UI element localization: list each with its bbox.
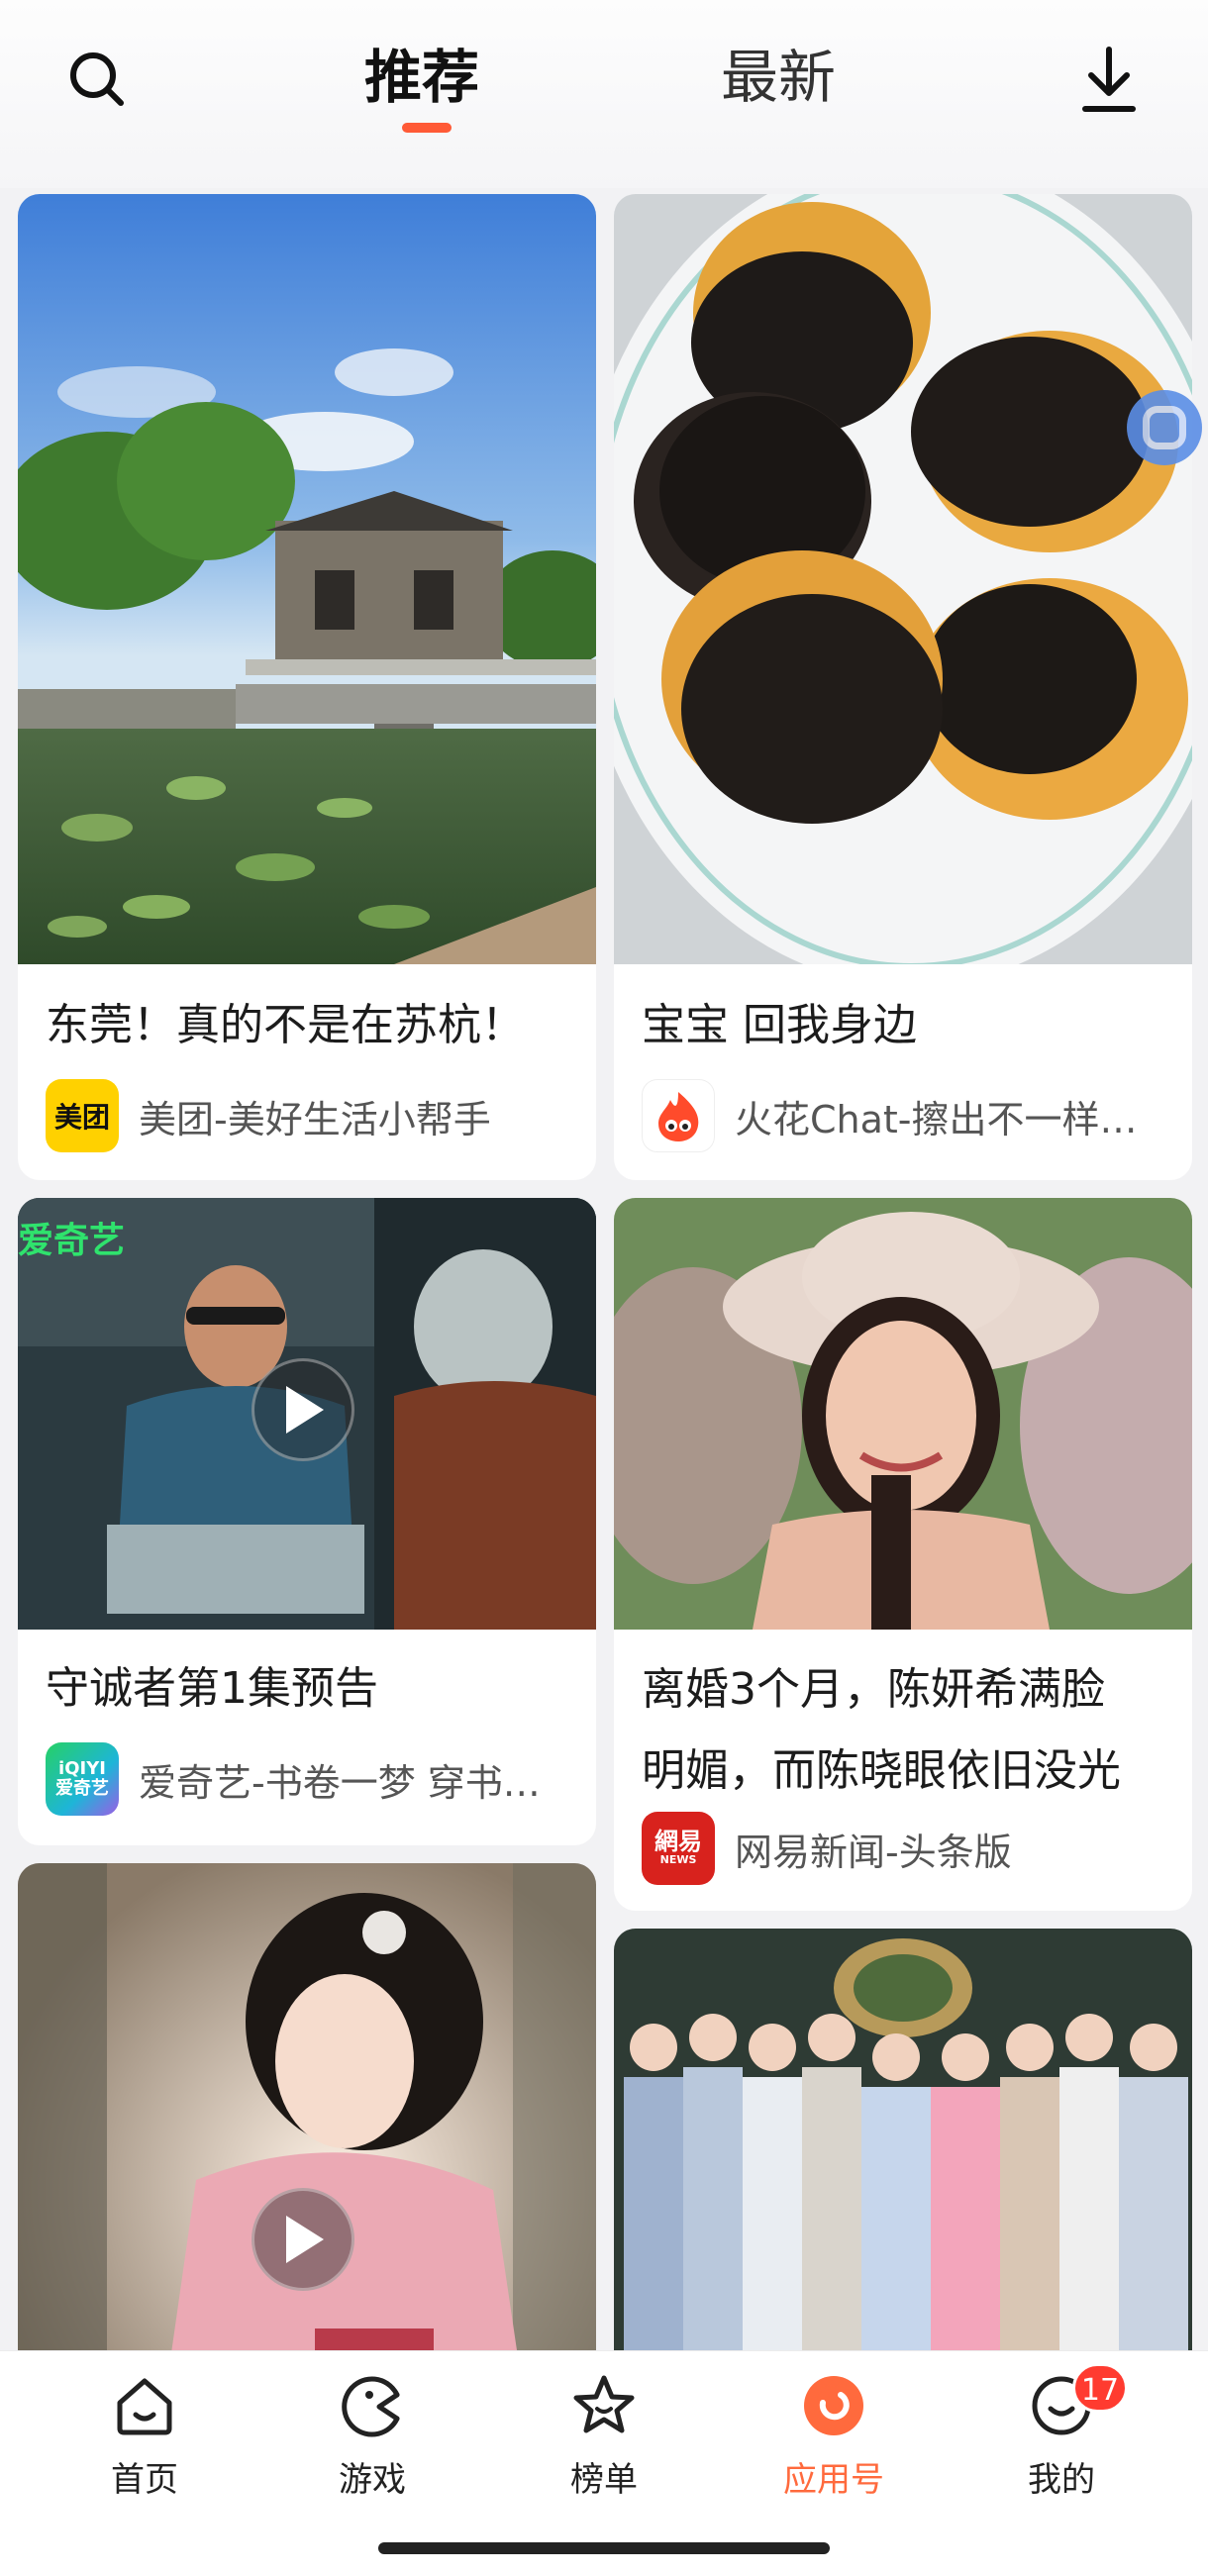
netease-logo-text: 網易 [654, 1828, 702, 1855]
card-source[interactable]: 火花Chat-擦出不一样… [642, 1079, 1138, 1152]
download-icon[interactable] [1069, 40, 1149, 119]
card-thumbnail [614, 1198, 1192, 1630]
app-account-icon [801, 2373, 866, 2438]
iqiyi-watermark: 爱奇艺 [18, 1221, 126, 1261]
card-title: 守诚者第1集预告 [46, 1663, 378, 1714]
notification-badge: 17 [1072, 2363, 1128, 2413]
meituan-logo: 美团 [46, 1079, 119, 1152]
card-thumbnail: 爱奇艺 [18, 1198, 596, 1630]
feed-card[interactable]: 东莞！真的不是在苏杭！ 美团 美团-美好生活小帮手 [18, 194, 596, 1180]
tab-recommended[interactable]: 推荐 [364, 38, 479, 117]
tab-latest[interactable]: 最新 [721, 38, 836, 117]
search-icon[interactable] [57, 40, 137, 119]
card-source[interactable]: 網易 NEWS 网易新闻-头条版 [642, 1812, 1012, 1885]
nav-label: 首页 [111, 2460, 178, 2500]
play-icon[interactable] [252, 2188, 354, 2291]
home-icon [112, 2373, 177, 2438]
nav-home[interactable]: 首页 [65, 2373, 224, 2522]
profile-icon: 17 [1029, 2363, 1128, 2438]
card-title: 宝宝 回我身边 [642, 1000, 917, 1050]
nav-app-account[interactable]: 应用号 [755, 2373, 913, 2522]
card-source[interactable]: iQIYI 爱奇艺 爱奇艺-书卷一梦 穿书… [46, 1742, 541, 1816]
netease-logo-sub: NEWS [659, 1853, 697, 1866]
huohua-chat-logo [642, 1079, 715, 1152]
nav-label: 榜单 [570, 2460, 638, 2500]
feed-card[interactable]: 离婚3个月，陈妍希满脸 明媚，而陈晓眼依旧没光 網易 NEWS 网易新闻-头条版 [614, 1198, 1192, 1911]
nav-rankings[interactable]: 榜单 [525, 2373, 683, 2522]
card-title: 离婚3个月，陈妍希满脸 明媚，而陈晓眼依旧没光 [642, 1649, 1166, 1812]
nav-label: 我的 [1028, 2460, 1095, 2500]
source-name: 火花Chat-擦出不一样… [735, 1097, 1138, 1141]
nav-games[interactable]: 游戏 [293, 2373, 452, 2522]
feed-card[interactable]: 爱奇艺 守诚者第1集预告 iQIYI 爱奇艺 爱奇艺-书卷一梦 穿书… [18, 1198, 596, 1845]
nav-label: 应用号 [783, 2460, 884, 2500]
card-thumbnail [614, 194, 1192, 964]
star-icon [571, 2373, 637, 2438]
nav-label: 游戏 [339, 2460, 406, 2500]
nav-profile[interactable]: 17 我的 [982, 2363, 1141, 2522]
card-title-line: 离婚3个月，陈妍希满脸 [642, 1664, 1105, 1715]
feed-card[interactable]: 宝宝 回我身边 火花Chat-擦出不一样… [614, 194, 1192, 1180]
game-icon [340, 2373, 405, 2438]
top-header: 推荐 最新 [0, 0, 1208, 188]
netease-news-logo: 網易 NEWS [642, 1812, 715, 1885]
active-tab-indicator [402, 123, 452, 133]
home-indicator[interactable] [378, 2542, 830, 2554]
card-title-line: 明媚，而陈晓眼依旧没光 [642, 1745, 1121, 1796]
card-thumbnail [18, 194, 596, 964]
floating-ball-icon[interactable] [1127, 390, 1202, 465]
source-name: 网易新闻-头条版 [735, 1830, 1012, 1874]
play-icon[interactable] [252, 1358, 354, 1461]
source-name: 美团-美好生活小帮手 [139, 1097, 491, 1141]
iqiyi-logo: iQIYI 爱奇艺 [46, 1742, 119, 1816]
source-name: 爱奇艺-书卷一梦 穿书… [139, 1760, 541, 1805]
card-source[interactable]: 美团 美团-美好生活小帮手 [46, 1079, 491, 1152]
card-title: 东莞！真的不是在苏杭！ [46, 1000, 525, 1050]
